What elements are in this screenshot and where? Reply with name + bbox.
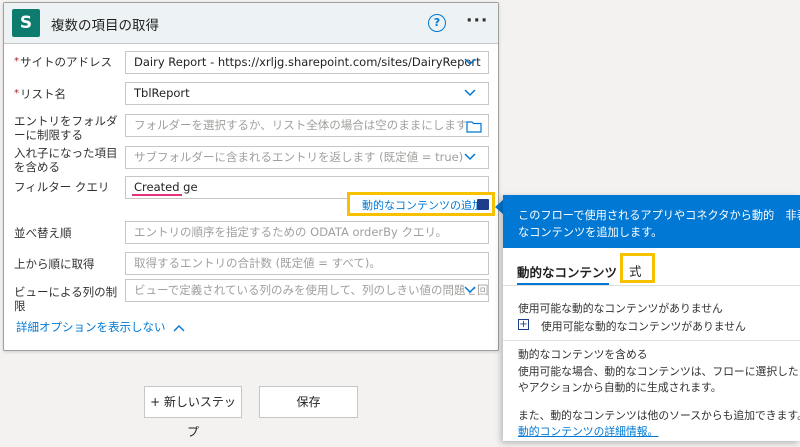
other-sources-text: また、動的なコンテンツは他のソースからも追加できます。 <box>518 409 800 422</box>
chevron-down-icon[interactable] <box>464 85 476 97</box>
tab-dynamic-content[interactable]: 動的なコンテンツ <box>517 262 617 281</box>
chevron-up-icon[interactable] <box>173 323 185 333</box>
order-by-input[interactable]: エントリの順序を指定するための ODATA orderBy クエリ。 <box>125 221 489 244</box>
dynamic-content-add-icon[interactable] <box>477 199 489 210</box>
folder-icon[interactable] <box>466 119 482 136</box>
view-limit-label: ビューによる列の制限 <box>14 285 118 313</box>
section-divider <box>503 340 800 341</box>
dynamic-content-flyout: このフローで使用されるアプリやコネクタから動的 非表 なコンテンツを追加します。… <box>503 195 800 441</box>
site-address-select[interactable]: Dairy Report - https://xrljg.sharepoint.… <box>125 51 489 74</box>
dynamic-content-details-link[interactable]: 動的コンテンツの詳細情報。 <box>518 423 658 439</box>
flyout-description-line2: なコンテンツを追加します。 <box>518 226 663 239</box>
include-nested-label: 入れ子になった項目を含める <box>14 146 118 174</box>
help-icon[interactable]: ? <box>428 14 446 32</box>
get-items-action-card: S 複数の項目の取得 ? ··· *サイトのアドレス Dairy Report … <box>3 2 499 351</box>
no-content-heading: 使用可能な動的なコンテンツがありません <box>518 302 723 315</box>
flyout-header: このフローで使用されるアプリやコネクタから動的 非表 なコンテンツを追加します。 <box>503 195 800 248</box>
folder-limit-input[interactable]: フォルダーを選択するか、リスト全体の場合は空のままにします <box>125 114 489 137</box>
list-name-select[interactable]: TblReport <box>125 82 489 105</box>
include-dynamic-text-1: 使用可能な場合、動的なコンテンツは、フローに選択したコネ <box>518 365 800 378</box>
flyout-description-line1: このフローで使用されるアプリやコネクタから動的 非表 <box>518 209 800 222</box>
no-content-item: 使用可能な動的なコンテンツがありません <box>541 320 746 333</box>
sharepoint-icon: S <box>12 9 40 37</box>
card-header[interactable]: S 複数の項目の取得 ? ··· <box>4 3 498 44</box>
top-count-input[interactable]: 取得するエントリの合計数 (既定値 = すべて)。 <box>125 252 489 275</box>
dynamic-content-highlight[interactable]: 動的なコンテンツの追加 <box>347 192 495 216</box>
card-title: 複数の項目の取得 <box>51 18 159 34</box>
folder-limit-label: エントリをフォルダーに制限する <box>14 114 118 142</box>
tab-divider <box>503 285 800 286</box>
more-options-icon[interactable]: ··· <box>466 11 488 31</box>
hide-advanced-options-link[interactable]: 詳細オプションを表示しない <box>16 319 185 335</box>
order-by-label: 並べ替え順 <box>14 226 72 240</box>
save-button[interactable]: 保存 <box>259 386 358 418</box>
list-name-label: *リスト名 <box>14 87 66 101</box>
new-step-button[interactable]: + 新しいステップ <box>144 386 242 439</box>
include-nested-select[interactable]: サブフォルダーに含まれるエントリを返します (既定値 = true) <box>125 146 489 169</box>
include-dynamic-heading: 動的なコンテンツを含める <box>518 348 648 361</box>
include-dynamic-text-2: やアクションから自動的に生成されます。 <box>518 381 722 394</box>
view-limit-select[interactable]: ビューで定義されている列のみを使用して、列のしきい値の問題を回避 <box>125 279 489 302</box>
chevron-down-icon[interactable] <box>464 149 476 161</box>
tab-expression[interactable]: 式 <box>629 261 642 280</box>
filter-text-underline <box>132 194 182 196</box>
add-content-icon: + <box>518 319 529 330</box>
chevron-down-icon[interactable] <box>464 54 476 66</box>
chevron-down-icon[interactable] <box>464 282 476 294</box>
add-dynamic-content-link[interactable]: 動的なコンテンツの追加 <box>362 197 483 213</box>
site-address-label: *サイトのアドレス <box>14 55 112 69</box>
top-count-label: 上から順に取得 <box>14 257 95 271</box>
filter-query-label: フィルター クエリ <box>14 180 110 194</box>
